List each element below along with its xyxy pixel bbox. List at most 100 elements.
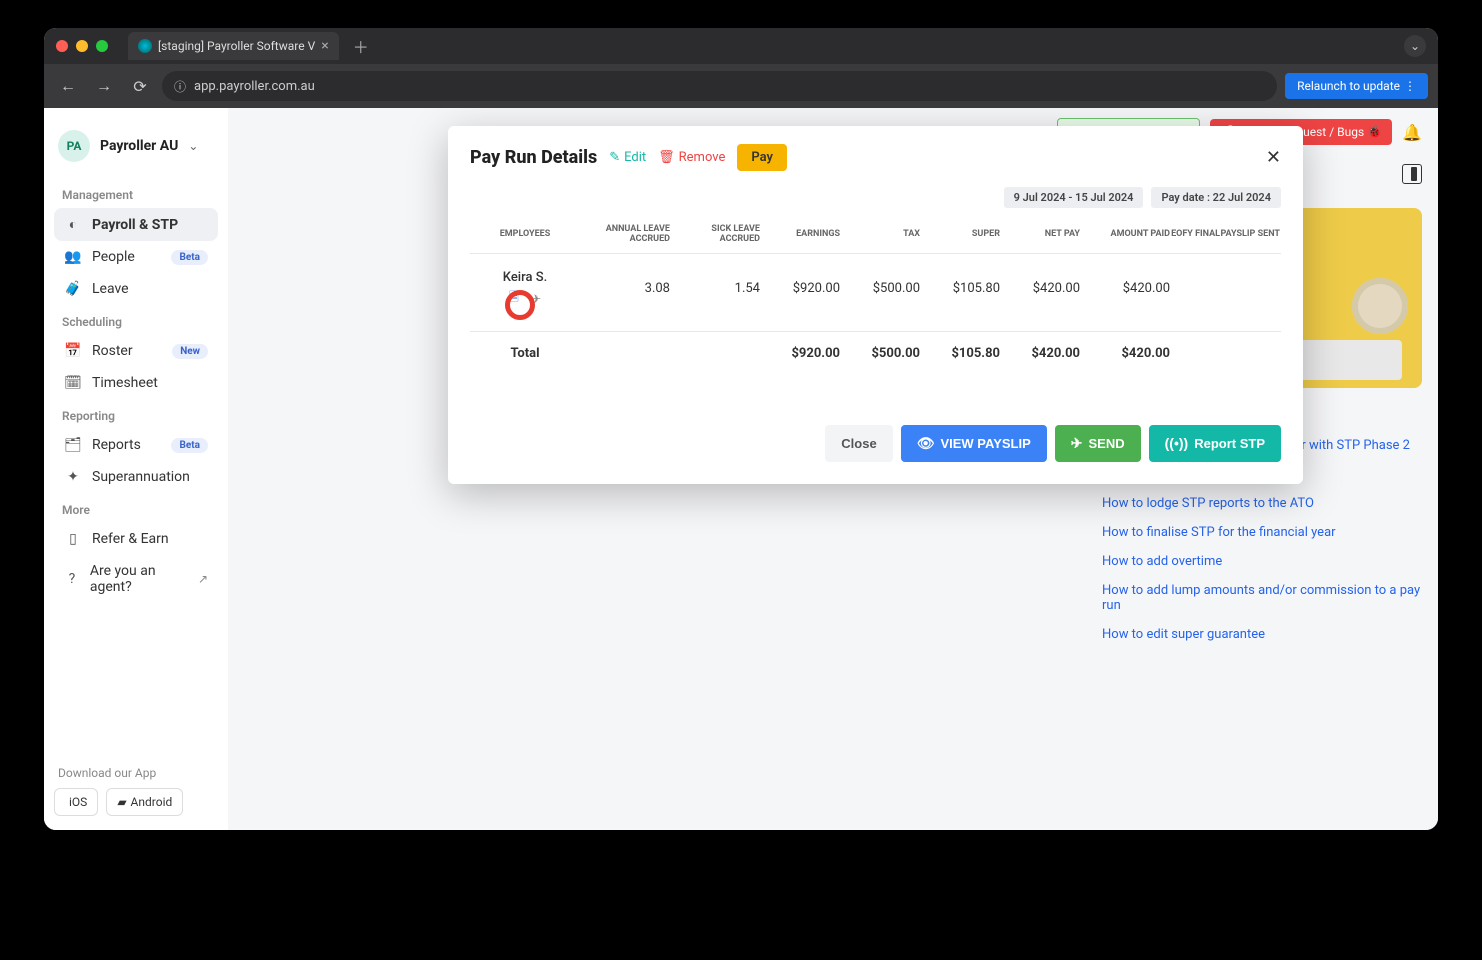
report-stp-button[interactable]: ((•)) Report STP <box>1149 425 1281 462</box>
browser-tab[interactable]: [staging] Payroller Software V × <box>128 32 339 60</box>
sidebar-item-reports[interactable]: 🗂 Reports Beta <box>54 429 218 461</box>
total-netpay: $420.00 <box>1000 346 1080 361</box>
cell-sick: 1.54 <box>670 281 760 296</box>
app-content: PA Payroller AU ⌄ Management ◐ Payroll &… <box>44 108 1438 830</box>
sidebar-item-timesheet[interactable]: 🗓 Timesheet <box>54 367 218 399</box>
modal-title: Pay Run Details <box>470 147 597 168</box>
th-amountpaid: AMOUNT PAID <box>1080 230 1170 240</box>
table-footer: Total $920.00 $500.00 $105.80 $420.00 $4… <box>470 332 1281 375</box>
android-icon: ▰ <box>117 795 126 809</box>
forward-button[interactable]: → <box>90 72 118 100</box>
sidebar-item-leave[interactable]: 🧳 Leave <box>54 273 218 305</box>
close-icon[interactable]: ✕ <box>1266 147 1281 168</box>
cell-amountpaid: $420.00 <box>1080 281 1170 296</box>
people-icon: 👥 <box>64 249 82 265</box>
cell-annual: 3.08 <box>580 281 670 296</box>
table-row: Keira S. 🗎 ✈ 3.08 1.54 $920.00 $500.00 <box>470 254 1281 332</box>
sidebar-item-super[interactable]: ✦ Superannuation <box>54 461 218 493</box>
download-label: Download our App <box>54 758 218 788</box>
relaunch-button[interactable]: Relaunch to update ⋮ <box>1285 73 1428 99</box>
section-reporting: Reporting <box>54 399 218 429</box>
sidebar-item-people[interactable]: 👥 People Beta <box>54 241 218 273</box>
beta-badge-2: Beta <box>171 438 208 453</box>
payslip-doc-icon[interactable]: 🗎 <box>506 291 522 307</box>
th-tax: TAX <box>840 230 920 240</box>
modal-header: Pay Run Details ✎ Edit 🗑 Remove Pay ✕ <box>470 144 1281 171</box>
sidebar-item-payroll[interactable]: ◐ Payroll & STP <box>54 208 218 241</box>
beta-badge: Beta <box>171 250 208 265</box>
sidebar: PA Payroller AU ⌄ Management ◐ Payroll &… <box>44 108 228 830</box>
close-window-icon[interactable] <box>56 40 68 52</box>
cell-super: $105.80 <box>920 281 1000 296</box>
leave-icon: 🧳 <box>64 281 82 297</box>
th-eofy: EOFY FINAL <box>1170 230 1220 240</box>
th-earnings: EARNINGS <box>760 230 840 240</box>
sidebar-item-agent[interactable]: ? Are you an agent? ↗ <box>54 555 218 603</box>
th-super: SUPER <box>920 230 1000 240</box>
th-annual: ANNUAL LEAVE ACCRUED <box>580 225 670 245</box>
browser-window: [staging] Payroller Software V × ＋ ⌄ ← →… <box>44 28 1438 830</box>
back-button[interactable]: ← <box>54 72 82 100</box>
agent-icon: ? <box>64 571 80 587</box>
minimize-window-icon[interactable] <box>76 40 88 52</box>
refer-icon: ▯ <box>64 531 82 547</box>
timesheet-icon: 🗓 <box>64 375 82 391</box>
modal-backdrop: Pay Run Details ✎ Edit 🗑 Remove Pay ✕ <box>228 108 1438 830</box>
ios-button[interactable]: iOS <box>54 788 98 816</box>
edit-button[interactable]: ✎ Edit <box>609 150 646 165</box>
close-tab-icon[interactable]: × <box>321 38 328 54</box>
employee-cell: Keira S. 🗎 ✈ <box>470 270 580 307</box>
employee-name: Keira S. <box>470 270 580 285</box>
sidebar-item-roster[interactable]: 📅 Roster New <box>54 335 218 367</box>
section-management: Management <box>54 178 218 208</box>
reports-icon: 🗂 <box>64 437 82 453</box>
total-super: $105.80 <box>920 346 1000 361</box>
view-payslip-button[interactable]: 👁 VIEW PAYSLIP <box>901 425 1047 462</box>
org-avatar: PA <box>58 130 90 162</box>
sidebar-item-refer[interactable]: ▯ Refer & Earn <box>54 523 218 555</box>
total-amountpaid: $420.00 <box>1080 346 1170 361</box>
payroll-icon: ◐ <box>64 216 82 233</box>
pay-period-badge: 9 Jul 2024 - 15 Jul 2024 <box>1004 187 1144 208</box>
traffic-lights <box>56 40 108 52</box>
paper-plane-icon: ✈ <box>1071 435 1083 452</box>
broadcast-icon: ((•)) <box>1165 435 1189 451</box>
super-icon: ✦ <box>64 469 82 485</box>
android-button[interactable]: ▰ Android <box>106 788 183 816</box>
cell-netpay: $420.00 <box>1000 281 1080 296</box>
meta-badges: 9 Jul 2024 - 15 Jul 2024 Pay date : 22 J… <box>470 187 1281 208</box>
send-button[interactable]: ✈ SEND <box>1055 425 1141 462</box>
new-tab-button[interactable]: ＋ <box>347 34 375 58</box>
maximize-window-icon[interactable] <box>96 40 108 52</box>
org-name: Payroller AU <box>100 138 178 154</box>
send-payslip-icon[interactable]: ✈ <box>528 291 544 307</box>
total-tax: $500.00 <box>840 346 920 361</box>
close-button[interactable]: Close <box>825 425 892 462</box>
th-sick: SICK LEAVE ACCRUED <box>670 225 760 245</box>
cell-earnings: $920.00 <box>760 281 840 296</box>
pay-run-details-modal: Pay Run Details ✎ Edit 🗑 Remove Pay ✕ <box>448 126 1303 484</box>
reload-button[interactable]: ⟳ <box>126 72 154 100</box>
roster-icon: 📅 <box>64 343 82 359</box>
url-bar[interactable]: ⓘ app.payroller.com.au <box>162 71 1277 101</box>
site-info-icon[interactable]: ⓘ <box>174 78 186 95</box>
url-text: app.payroller.com.au <box>194 79 315 94</box>
tab-overflow-icon[interactable]: ⌄ <box>1404 35 1426 57</box>
total-label: Total <box>470 346 580 361</box>
th-employees: EMPLOYEES <box>470 230 580 240</box>
cell-tax: $500.00 <box>840 281 920 296</box>
trash-icon: 🗑 <box>658 150 675 165</box>
main-area: Join community group 🏳️ Feature Request … <box>228 108 1438 830</box>
nav-bar: ← → ⟳ ⓘ app.payroller.com.au Relaunch to… <box>44 64 1438 108</box>
org-switcher[interactable]: PA Payroller AU ⌄ <box>54 122 218 178</box>
eye-icon: 👁 <box>917 435 935 452</box>
th-netpay: NET PAY <box>1000 230 1080 240</box>
pencil-icon: ✎ <box>609 150 620 165</box>
more-icon: ⋮ <box>1404 79 1416 93</box>
pay-button[interactable]: Pay <box>737 144 787 171</box>
table-header: EMPLOYEES ANNUAL LEAVE ACCRUED SICK LEAV… <box>470 216 1281 254</box>
remove-button[interactable]: 🗑 Remove <box>658 150 725 165</box>
section-scheduling: Scheduling <box>54 305 218 335</box>
tab-bar: [staging] Payroller Software V × ＋ ⌄ <box>44 28 1438 64</box>
external-link-icon: ↗ <box>198 572 208 586</box>
